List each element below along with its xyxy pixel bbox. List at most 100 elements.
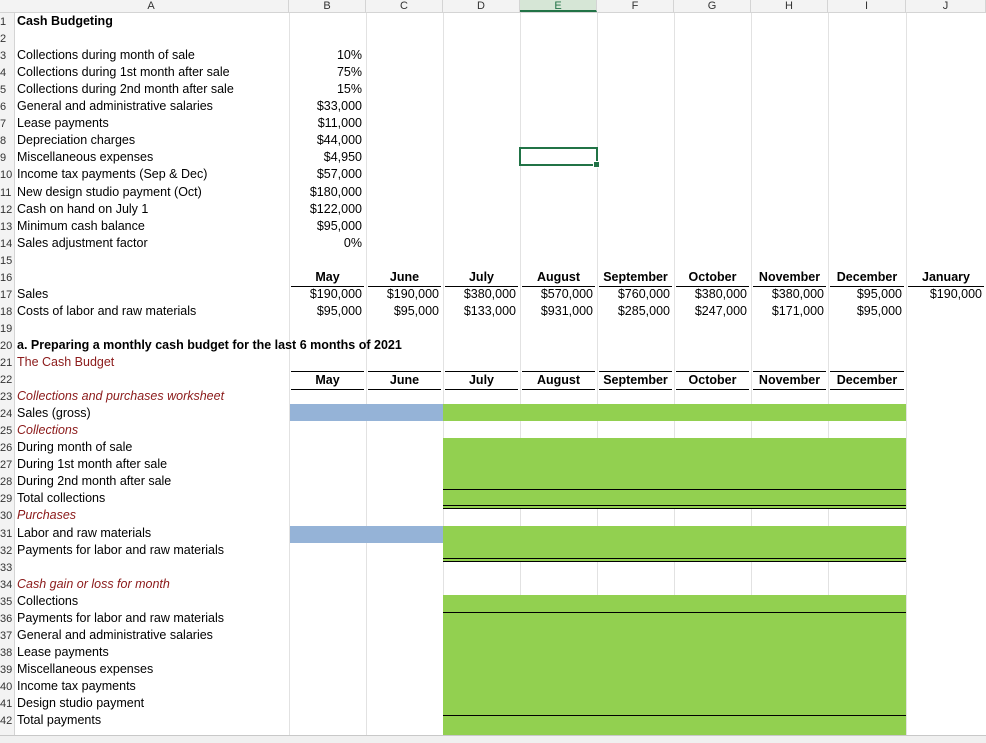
column-header-i[interactable]: I xyxy=(828,0,906,12)
column-header-h[interactable]: H xyxy=(751,0,828,12)
costs-value[interactable]: $95,000 xyxy=(366,303,439,320)
costs-value[interactable]: $95,000 xyxy=(828,303,902,320)
payments-labor-border xyxy=(443,558,906,559)
row-number[interactable]: 9 xyxy=(0,150,14,167)
row-number[interactable]: 36 xyxy=(0,611,14,628)
column-header-b[interactable]: B xyxy=(289,0,366,12)
row-number[interactable]: 33 xyxy=(0,560,14,577)
row-number[interactable]: 31 xyxy=(0,526,14,543)
costs-value[interactable]: $95,000 xyxy=(289,303,362,320)
gain-loss-input-fill[interactable] xyxy=(443,595,906,735)
sales-value[interactable]: $95,000 xyxy=(828,286,902,303)
row-number[interactable]: 20 xyxy=(0,338,14,355)
input-value[interactable]: 15% xyxy=(289,81,362,98)
section-a-heading: a. Preparing a monthly cash budget for t… xyxy=(17,337,402,352)
row-number[interactable]: 13 xyxy=(0,219,14,236)
row-number[interactable]: 29 xyxy=(0,491,14,508)
input-value[interactable]: 10% xyxy=(289,47,362,64)
row-number[interactable]: 10 xyxy=(0,167,14,184)
input-value[interactable]: $122,000 xyxy=(289,201,362,218)
input-value[interactable]: $57,000 xyxy=(289,166,362,183)
row-number[interactable]: 28 xyxy=(0,474,14,491)
collections-input-fill[interactable] xyxy=(443,438,906,508)
input-value[interactable]: $4,950 xyxy=(289,149,362,166)
budget-month-header: July xyxy=(445,371,518,391)
input-value[interactable]: $95,000 xyxy=(289,218,362,235)
sales-value[interactable]: $190,000 xyxy=(366,286,439,303)
input-value[interactable]: 0% xyxy=(289,235,362,252)
input-label: New design studio payment (Oct) xyxy=(17,184,202,199)
costs-value[interactable]: $931,000 xyxy=(520,303,593,320)
row-number[interactable]: 19 xyxy=(0,321,14,338)
row-number[interactable]: 12 xyxy=(0,202,14,219)
sales-value[interactable]: $380,000 xyxy=(751,286,824,303)
input-value[interactable]: $11,000 xyxy=(289,115,362,132)
row-number[interactable]: 37 xyxy=(0,628,14,645)
budget-month-header: May xyxy=(291,371,364,391)
row-number[interactable]: 39 xyxy=(0,662,14,679)
column-header-c[interactable]: C xyxy=(366,0,443,12)
row-number[interactable]: 11 xyxy=(0,185,14,202)
row-number[interactable]: 38 xyxy=(0,645,14,662)
column-header-e[interactable]: E xyxy=(520,0,597,12)
input-value[interactable]: $44,000 xyxy=(289,132,362,149)
row-number[interactable]: 21 xyxy=(0,355,14,372)
column-header-j[interactable]: J xyxy=(906,0,986,12)
column-header-d[interactable]: D xyxy=(443,0,520,12)
row-number[interactable]: 40 xyxy=(0,679,14,696)
input-value[interactable]: 75% xyxy=(289,64,362,81)
row-number[interactable]: 17 xyxy=(0,287,14,304)
month-header: January xyxy=(908,269,984,287)
input-value[interactable]: $180,000 xyxy=(289,184,362,201)
row-number[interactable]: 1 xyxy=(0,14,14,31)
sales-value[interactable]: $380,000 xyxy=(443,286,516,303)
sales-value[interactable]: $190,000 xyxy=(906,286,982,303)
row-number[interactable]: 22 xyxy=(0,372,14,389)
row-number[interactable]: 5 xyxy=(0,82,14,99)
sales-value[interactable]: $380,000 xyxy=(674,286,747,303)
selected-cell[interactable] xyxy=(519,147,600,168)
worksheet-row-label: During 1st month after sale xyxy=(17,457,168,472)
row-number[interactable]: 25 xyxy=(0,423,14,440)
row-number[interactable]: 27 xyxy=(0,457,14,474)
row-number[interactable]: 14 xyxy=(0,236,14,253)
row-number[interactable]: 34 xyxy=(0,577,14,594)
input-value[interactable]: $33,000 xyxy=(289,98,362,115)
row-number[interactable]: 16 xyxy=(0,270,14,287)
purchases-input-fill[interactable] xyxy=(443,526,906,561)
gain-loss-row-label: Income tax payments xyxy=(17,678,136,693)
sales-value[interactable]: $570,000 xyxy=(520,286,593,303)
month-header: October xyxy=(676,269,749,287)
column-header-g[interactable]: G xyxy=(674,0,751,12)
row-number[interactable]: 42 xyxy=(0,713,14,730)
sales-value[interactable]: $760,000 xyxy=(597,286,670,303)
input-label: Minimum cash balance xyxy=(17,218,145,233)
column-header-a[interactable]: A xyxy=(14,0,289,12)
costs-value[interactable]: $247,000 xyxy=(674,303,747,320)
input-label: Collections during 2nd month after sale xyxy=(17,82,234,97)
row-number[interactable]: 18 xyxy=(0,304,14,321)
row-number[interactable]: 24 xyxy=(0,406,14,423)
sales-input-fill[interactable] xyxy=(443,404,906,421)
costs-value[interactable]: $171,000 xyxy=(751,303,824,320)
row-number[interactable]: 32 xyxy=(0,543,14,560)
row-number[interactable]: 2 xyxy=(0,31,14,48)
row-number[interactable]: 23 xyxy=(0,389,14,406)
costs-value[interactable]: $133,000 xyxy=(443,303,516,320)
row-number[interactable]: 26 xyxy=(0,440,14,457)
row-number[interactable]: 30 xyxy=(0,508,14,525)
payments-labor-double-border xyxy=(443,561,906,562)
row-number[interactable]: 3 xyxy=(0,48,14,65)
row-number[interactable]: 7 xyxy=(0,116,14,133)
row-number[interactable]: 4 xyxy=(0,65,14,82)
column-header-f[interactable]: F xyxy=(597,0,674,12)
costs-value[interactable]: $285,000 xyxy=(597,303,670,320)
row-number[interactable]: 8 xyxy=(0,133,14,150)
row-number[interactable]: 15 xyxy=(0,253,14,270)
column-gridline xyxy=(366,13,367,742)
sales-value[interactable]: $190,000 xyxy=(289,286,362,303)
row-number[interactable]: 35 xyxy=(0,594,14,611)
row-number[interactable]: 6 xyxy=(0,99,14,116)
row-number[interactable]: 41 xyxy=(0,696,14,713)
input-label: General and administrative salaries xyxy=(17,99,213,114)
